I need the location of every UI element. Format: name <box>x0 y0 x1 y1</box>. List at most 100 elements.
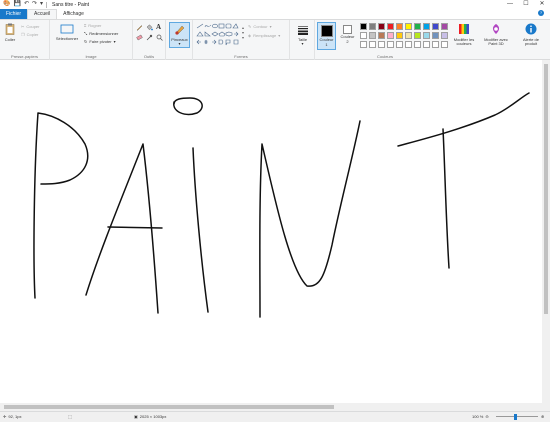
palette-swatch[interactable] <box>432 41 439 48</box>
quick-access-toolbar: 🎨 💾 ↶ ↷ ▾ <box>0 0 43 9</box>
horizontal-scrollbar[interactable] <box>0 403 542 411</box>
fill-icon: ◈ <box>248 33 252 38</box>
palette-swatch[interactable] <box>360 23 367 30</box>
workspace <box>0 60 550 411</box>
vertical-scroll-thumb[interactable] <box>544 64 548 314</box>
colors-group: Couleur 1 Couleur 2 Modifier les couleur… <box>315 20 550 60</box>
palette-swatch[interactable] <box>423 32 430 39</box>
shapes-scroll[interactable]: ▴ ▾ ▾ <box>242 25 244 40</box>
stroke-letter-a <box>85 143 159 314</box>
select-label: Sélectionner <box>55 35 79 41</box>
size-button[interactable]: Taille ▾ <box>293 25 312 47</box>
copy-icon: ❐ <box>21 32 25 37</box>
close-button[interactable]: ✕ <box>534 0 550 9</box>
resize-icon: ⤡ <box>84 31 88 36</box>
vertical-scrollbar[interactable] <box>542 60 550 403</box>
palette-swatch[interactable] <box>441 32 448 39</box>
palette-swatch[interactable] <box>414 32 421 39</box>
tab-file[interactable]: Fichier <box>0 9 28 19</box>
zoom-slider[interactable] <box>496 414 538 420</box>
palette-swatch[interactable] <box>369 23 376 30</box>
copy-button[interactable]: ❐ Copier <box>21 32 38 37</box>
paste-button[interactable]: Coller <box>3 23 17 42</box>
zoom-level-text: 100 % <box>472 414 484 419</box>
text-tool-icon[interactable]: A <box>156 23 161 31</box>
shapes-gallery[interactable] <box>196 23 240 47</box>
fill-bucket-icon[interactable] <box>146 24 153 31</box>
cut-label: Couper <box>26 24 40 29</box>
palette-swatch[interactable] <box>360 41 367 48</box>
save-icon[interactable]: 💾 <box>13 0 20 9</box>
palette-swatch[interactable] <box>378 32 385 39</box>
rotate-button[interactable]: ↻ Faire pivoter ▾ <box>84 39 116 44</box>
palette-swatch[interactable] <box>432 23 439 30</box>
palette-swatch[interactable] <box>387 32 394 39</box>
zoom-in-icon[interactable]: ⊕ <box>541 412 544 422</box>
crop-icon: ⌗ <box>84 23 87 28</box>
move-cursor-icon: ✛ <box>3 414 7 419</box>
undo-icon[interactable]: ↶ <box>24 0 29 9</box>
cursor-position-text: 92, 1px <box>8 414 22 419</box>
palette-swatch[interactable] <box>414 23 421 30</box>
outline-label: Contour <box>253 24 268 29</box>
stroke-letter-a-crossbar <box>107 226 163 229</box>
cut-button[interactable]: ✂ Couper <box>21 24 39 29</box>
resize-label: Redimensionner <box>89 31 119 36</box>
zoom-slider-knob[interactable] <box>514 414 517 420</box>
palette-swatch[interactable] <box>423 23 430 30</box>
palette-swatch[interactable] <box>378 23 385 30</box>
minimize-button[interactable]: — <box>502 0 518 9</box>
eraser-icon[interactable] <box>136 34 143 41</box>
color2-button[interactable]: Couleur 2 <box>339 23 356 44</box>
palette-swatch[interactable] <box>441 41 448 48</box>
palette-swatch[interactable] <box>396 41 403 48</box>
selection-size: ⬚ <box>68 412 74 422</box>
customize-icon[interactable]: ▾ <box>40 0 43 9</box>
resize-button[interactable]: ⤡ Redimensionner <box>84 31 118 36</box>
palette-swatch[interactable] <box>360 32 367 39</box>
chevron-down-icon: ▾ <box>278 33 281 38</box>
horizontal-scroll-thumb[interactable] <box>4 405 334 409</box>
pencil-icon[interactable] <box>136 24 143 31</box>
brushes-button[interactable]: Pinceaux ▾ <box>169 22 190 48</box>
maximize-button[interactable]: ☐ <box>518 0 534 9</box>
palette-swatch[interactable] <box>405 23 412 30</box>
tab-view[interactable]: Affichage <box>57 9 90 19</box>
color1-button[interactable]: Couleur 1 <box>317 22 336 50</box>
edit-paint3d-button[interactable]: Modifier avec Paint 3D <box>482 23 510 47</box>
rotate-label: Faire pivoter <box>89 39 112 44</box>
help-icon[interactable]: ? <box>538 10 544 16</box>
palette-swatch[interactable] <box>387 23 394 30</box>
product-alert-button[interactable]: Alerte de produit <box>517 23 545 47</box>
drawing-canvas[interactable] <box>0 60 542 403</box>
tab-home[interactable]: Accueil <box>27 9 58 19</box>
canvas-size-text: 2025 × 1003px <box>139 414 167 419</box>
palette-swatch[interactable] <box>387 41 394 48</box>
stroke-letter-p <box>33 112 89 299</box>
palette-swatch[interactable] <box>414 41 421 48</box>
outline-button[interactable]: ✎ Contour ▾ <box>248 24 272 29</box>
palette-swatch[interactable] <box>423 41 430 48</box>
paste-label: Coller <box>4 36 16 42</box>
palette-swatch[interactable] <box>369 41 376 48</box>
palette-swatch[interactable] <box>396 32 403 39</box>
zoom-out-icon[interactable]: ⊖ <box>485 412 488 422</box>
palette-swatch[interactable] <box>405 41 412 48</box>
color-picker-icon[interactable] <box>146 34 153 41</box>
edit-colors-button[interactable]: Modifier les couleurs <box>451 23 477 47</box>
crop-button[interactable]: ⌗ Rogner <box>84 23 101 28</box>
palette-swatch[interactable] <box>441 23 448 30</box>
redo-icon[interactable]: ↷ <box>32 0 37 9</box>
palette-swatch[interactable] <box>405 32 412 39</box>
palette-swatch[interactable] <box>378 41 385 48</box>
palette-swatch[interactable] <box>369 32 376 39</box>
select-button[interactable]: Sélectionner <box>52 24 82 41</box>
fill-button[interactable]: ◈ Remplissage ▾ <box>248 33 280 38</box>
shapes-group: ▴ ▾ ▾ ✎ Contour ▾ ◈ Remplissage ▾ Formes <box>193 20 290 60</box>
palette-swatch[interactable] <box>432 32 439 39</box>
fill-label: Remplissage <box>253 33 277 38</box>
palette-swatch[interactable] <box>396 23 403 30</box>
magnifier-icon[interactable] <box>156 34 163 41</box>
color1-swatch <box>320 25 333 37</box>
edit-colors-line2: couleurs <box>456 41 472 46</box>
